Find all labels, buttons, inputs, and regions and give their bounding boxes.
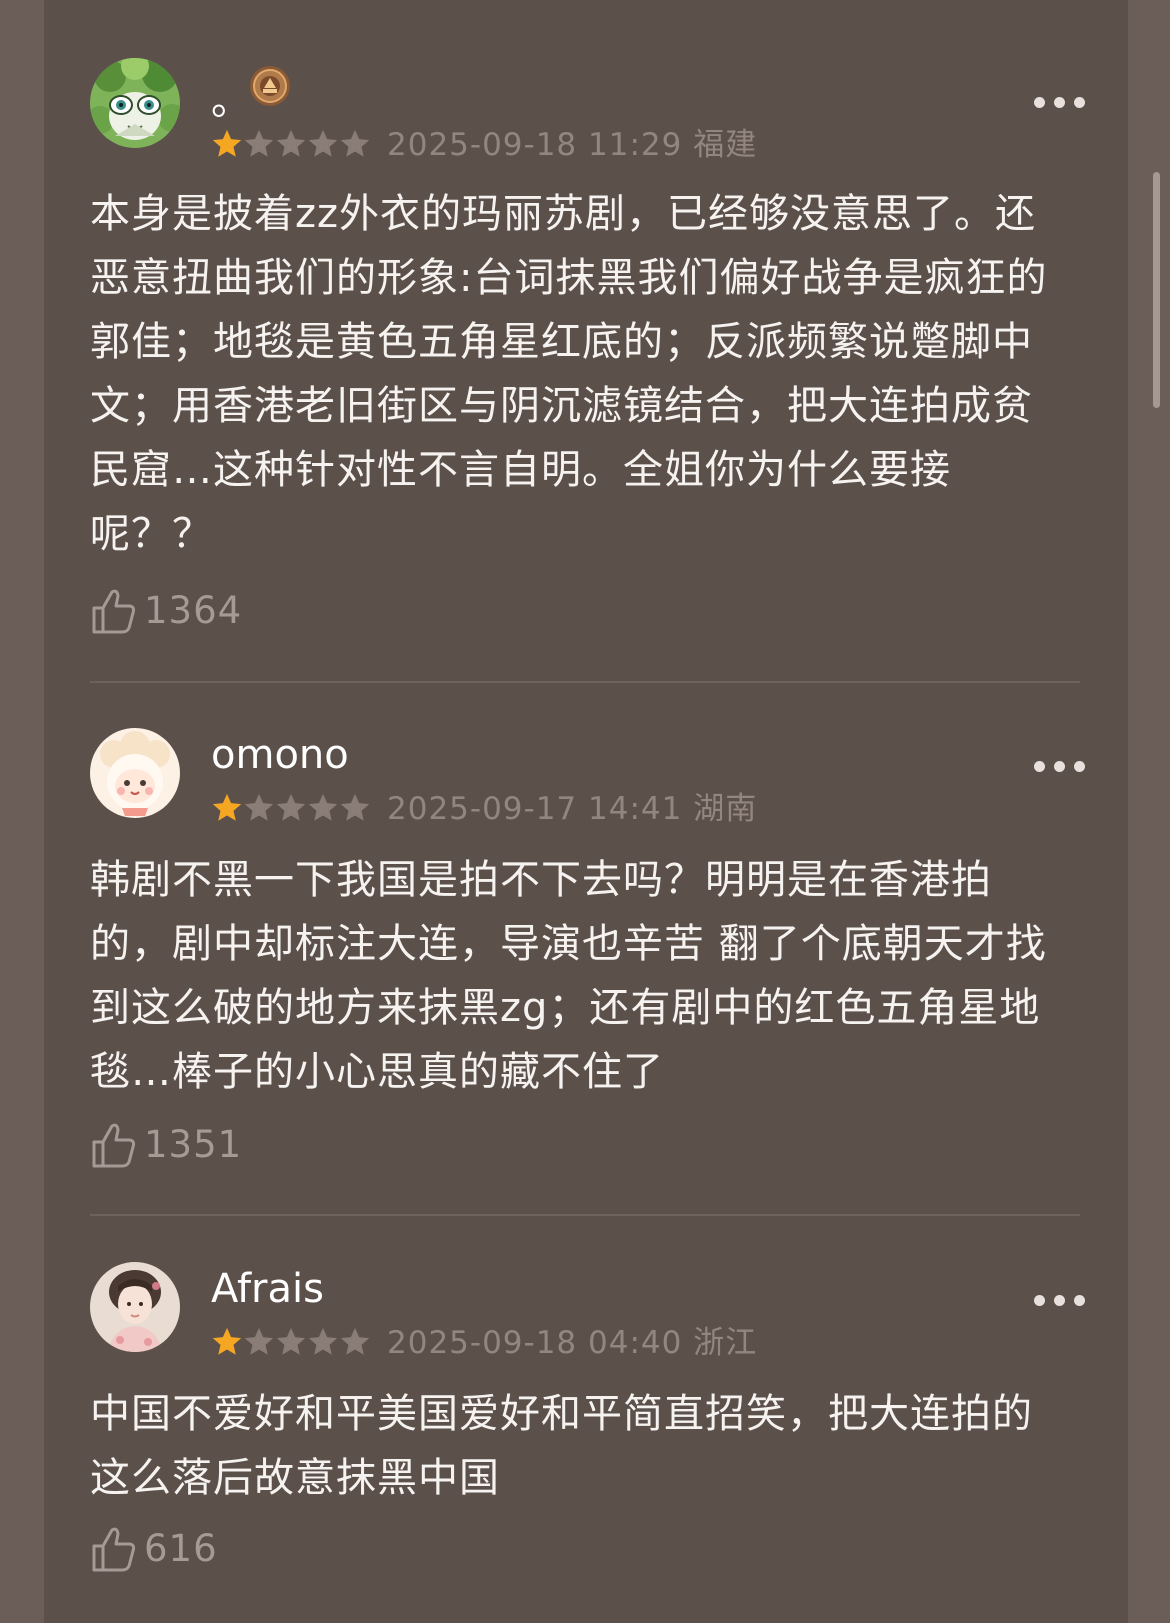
more-options-icon[interactable] [1034, 1293, 1090, 1307]
review-date: 2025-09-18 04:40 [387, 1325, 683, 1361]
avatar[interactable] [90, 1262, 180, 1352]
like-button[interactable]: 616 [90, 1524, 218, 1574]
review-location: 浙江 [693, 1325, 758, 1361]
like-count: 616 [144, 1527, 218, 1570]
review-text: 中国不爱好和平美国爱好和平简直招笑，把大连拍的这么落后故意抹黑中国 [90, 1391, 1033, 1501]
thumbs-up-icon [92, 1527, 136, 1572]
username[interactable]: Afrais [211, 1266, 324, 1312]
star-rating [210, 1324, 370, 1360]
review-page: 。 2025-09-18 11:29 福建 本身是披着zz外衣的玛丽苏剧，已经够… [0, 0, 1170, 1623]
avatar-portrait-woman-icon [90, 1262, 180, 1352]
review-item: Afrais 2025-09-18 04:40 浙江 中国不爱好和平美国爱好和平… [90, 0, 1085, 1623]
star-empty-icon [244, 1327, 274, 1355]
scrollbar-thumb[interactable] [1153, 172, 1160, 408]
star-filled-icon [212, 1327, 242, 1355]
star-empty-icon [340, 1327, 370, 1355]
review-meta: 2025-09-18 04:40 浙江 [387, 1325, 757, 1361]
star-empty-icon [276, 1327, 306, 1355]
star-empty-icon [308, 1327, 338, 1355]
